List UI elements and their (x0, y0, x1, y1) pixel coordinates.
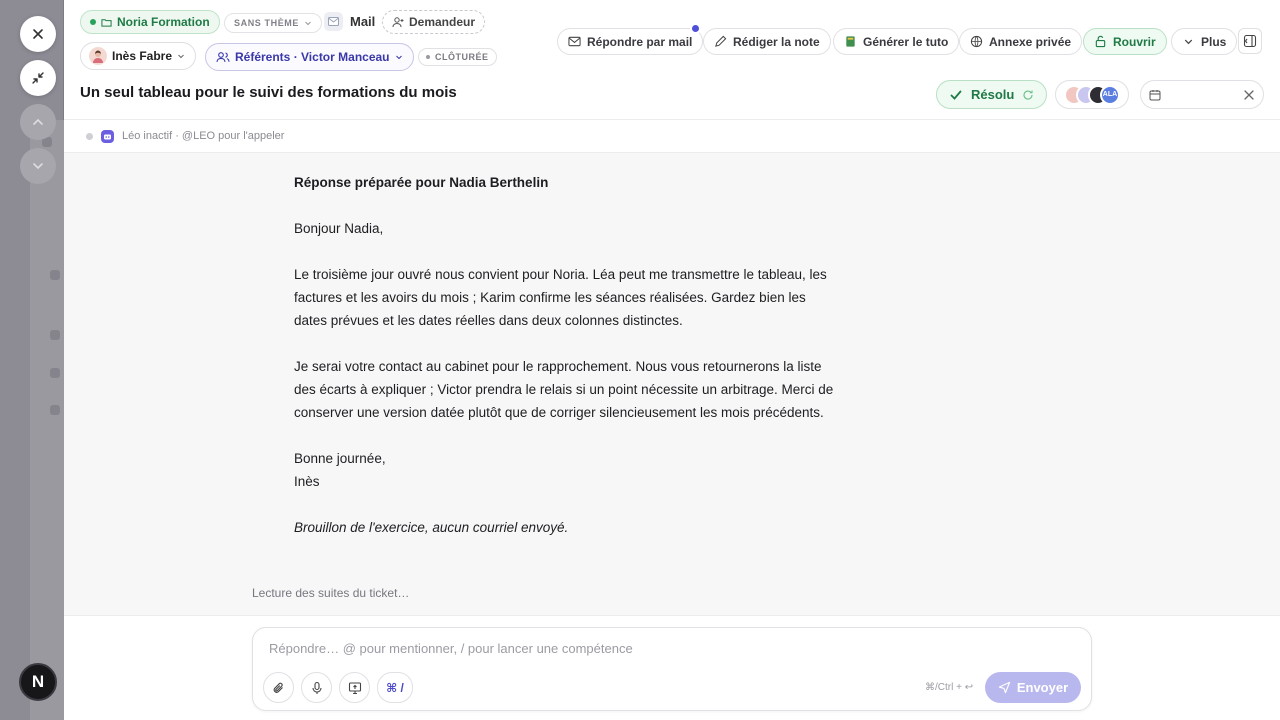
status-label: CLÔTURÉE (435, 52, 489, 62)
write-note-button[interactable]: Rédiger la note (703, 28, 831, 55)
user-add-icon (392, 17, 404, 28)
write-note-label: Rédiger la note (733, 34, 820, 49)
clear-icon[interactable] (1243, 89, 1255, 101)
conversation-content: Réponse préparée pour Nadia Berthelin Bo… (64, 153, 1280, 615)
company-pill[interactable]: Noria Formation (80, 10, 220, 34)
reopen-button[interactable]: Rouvrir (1083, 28, 1167, 55)
avatar (89, 47, 107, 65)
reply-by-mail-label: Répondre par mail (587, 34, 693, 49)
close-button[interactable] (20, 16, 56, 52)
ticket-header: Noria Formation SANS THÈME Mail Demandeu… (64, 0, 1280, 120)
referents-label: Référents · Victor Manceau (235, 50, 390, 64)
chevron-down-icon (395, 55, 402, 60)
screen-share-button[interactable] (339, 672, 370, 703)
mail-icon (324, 12, 343, 31)
ticket-title: Un seul tableau pour le suivi des format… (80, 84, 457, 101)
theme-label: SANS THÈME (234, 18, 300, 28)
status-badge: CLÔTURÉE (418, 48, 497, 66)
draft-paragraph: Je serai votre contact au cabinet pour l… (294, 359, 834, 420)
agent-status-bar: Léo inactif · @LEO pour l'appeler (64, 120, 1280, 153)
background-icon (50, 330, 60, 340)
send-button[interactable]: Envoyer (985, 672, 1081, 703)
send-icon (998, 681, 1011, 694)
collapse-button[interactable] (20, 60, 56, 96)
globe-lock-icon (970, 35, 983, 48)
draft-note: Brouillon de l'exercice, aucun courriel … (294, 520, 569, 535)
panel-icon (1243, 34, 1257, 48)
folder-icon (101, 18, 112, 27)
draft-heading: Réponse préparée pour Nadia Berthelin (294, 175, 549, 190)
refresh-icon (1023, 90, 1033, 100)
check-icon (950, 90, 962, 100)
ticket-modal: Noria Formation SANS THÈME Mail Demandeu… (64, 0, 1280, 720)
send-shortcut-hint: ⌘/Ctrl + ↩ (925, 682, 974, 693)
agent-status-text: Léo inactif · @LEO pour l'appeler (122, 130, 285, 142)
background-icon (50, 270, 60, 280)
draft-greeting: Bonjour Nadia, (294, 221, 384, 236)
assignee-select[interactable]: Inès Fabre (80, 42, 197, 70)
unlock-icon (1095, 35, 1106, 48)
resolved-label: Résolu (971, 87, 1015, 102)
generate-tuto-button[interactable]: Générer le tuto (833, 28, 960, 55)
pencil-icon (715, 35, 727, 47)
skills-command-button[interactable]: ⌘ / (377, 672, 413, 703)
chevron-up-icon (33, 118, 43, 125)
voice-button[interactable] (301, 672, 332, 703)
side-panel-toggle[interactable] (1238, 28, 1262, 54)
next-ticket-button[interactable] (20, 148, 56, 184)
channel-label: Mail (324, 12, 375, 31)
background-icon (50, 405, 60, 415)
chevron-down-icon (33, 163, 43, 170)
background-panel (30, 120, 64, 720)
chevron-down-icon (178, 54, 184, 59)
channel-text: Mail (350, 14, 376, 29)
due-date-field[interactable] (1140, 80, 1264, 109)
attach-button[interactable] (263, 672, 294, 703)
reopen-label: Rouvrir (1113, 34, 1156, 49)
avatar-initials: ALA (1100, 84, 1120, 105)
participants-avatars[interactable]: ALA (1055, 80, 1129, 109)
robot-icon (101, 129, 114, 143)
chevron-down-icon (305, 21, 311, 26)
agent-status-dot (86, 132, 93, 140)
requester-label: Demandeur (409, 15, 476, 29)
background-icon (50, 368, 60, 378)
loading-text: Lecture des suites du ticket… (252, 586, 410, 600)
screen-share-icon (348, 681, 361, 694)
previous-ticket-button[interactable] (20, 104, 56, 140)
users-icon (216, 52, 230, 63)
more-label: Plus (1201, 34, 1227, 49)
mail-icon (568, 36, 581, 47)
generate-tuto-label: Générer le tuto (863, 34, 949, 49)
notification-dot (690, 23, 701, 34)
reply-by-mail-button[interactable]: Répondre par mail (557, 28, 704, 55)
requester-button[interactable]: Demandeur (382, 10, 486, 34)
minimize-arrows-icon (32, 72, 44, 84)
composer-input[interactable]: Répondre… @ pour mentionner, / pour lanc… (269, 641, 633, 656)
status-dot (426, 55, 430, 59)
more-button[interactable]: Plus (1171, 28, 1238, 55)
assignee-label: Inès Fabre (112, 49, 173, 63)
draft-closing: Bonne journée, (294, 451, 386, 466)
private-annex-label: Annexe privée (989, 34, 1072, 49)
draft-paragraph: Le troisième jour ouvré nous convient po… (294, 267, 827, 328)
status-dot (90, 19, 96, 25)
microphone-icon (311, 681, 322, 694)
composer-area: Répondre… @ pour mentionner, / pour lanc… (64, 615, 1280, 720)
close-icon (33, 29, 43, 39)
book-icon (846, 36, 855, 47)
company-label: Noria Formation (117, 15, 210, 29)
paperclip-icon (273, 682, 283, 693)
draft-signature: Inès (294, 474, 320, 489)
app-badge[interactable]: N (19, 663, 57, 701)
draft-reply: Réponse préparée pour Nadia Berthelin Bo… (294, 171, 834, 562)
reply-composer[interactable]: Répondre… @ pour mentionner, / pour lanc… (252, 627, 1092, 711)
referents-select[interactable]: Référents · Victor Manceau (205, 43, 414, 71)
private-annex-button[interactable]: Annexe privée (959, 28, 1083, 55)
chevron-down-icon (1184, 39, 1193, 45)
send-label: Envoyer (1016, 680, 1069, 695)
calendar-icon (1149, 89, 1161, 100)
theme-select[interactable]: SANS THÈME (224, 13, 323, 33)
resolved-status-button[interactable]: Résolu (936, 80, 1048, 109)
